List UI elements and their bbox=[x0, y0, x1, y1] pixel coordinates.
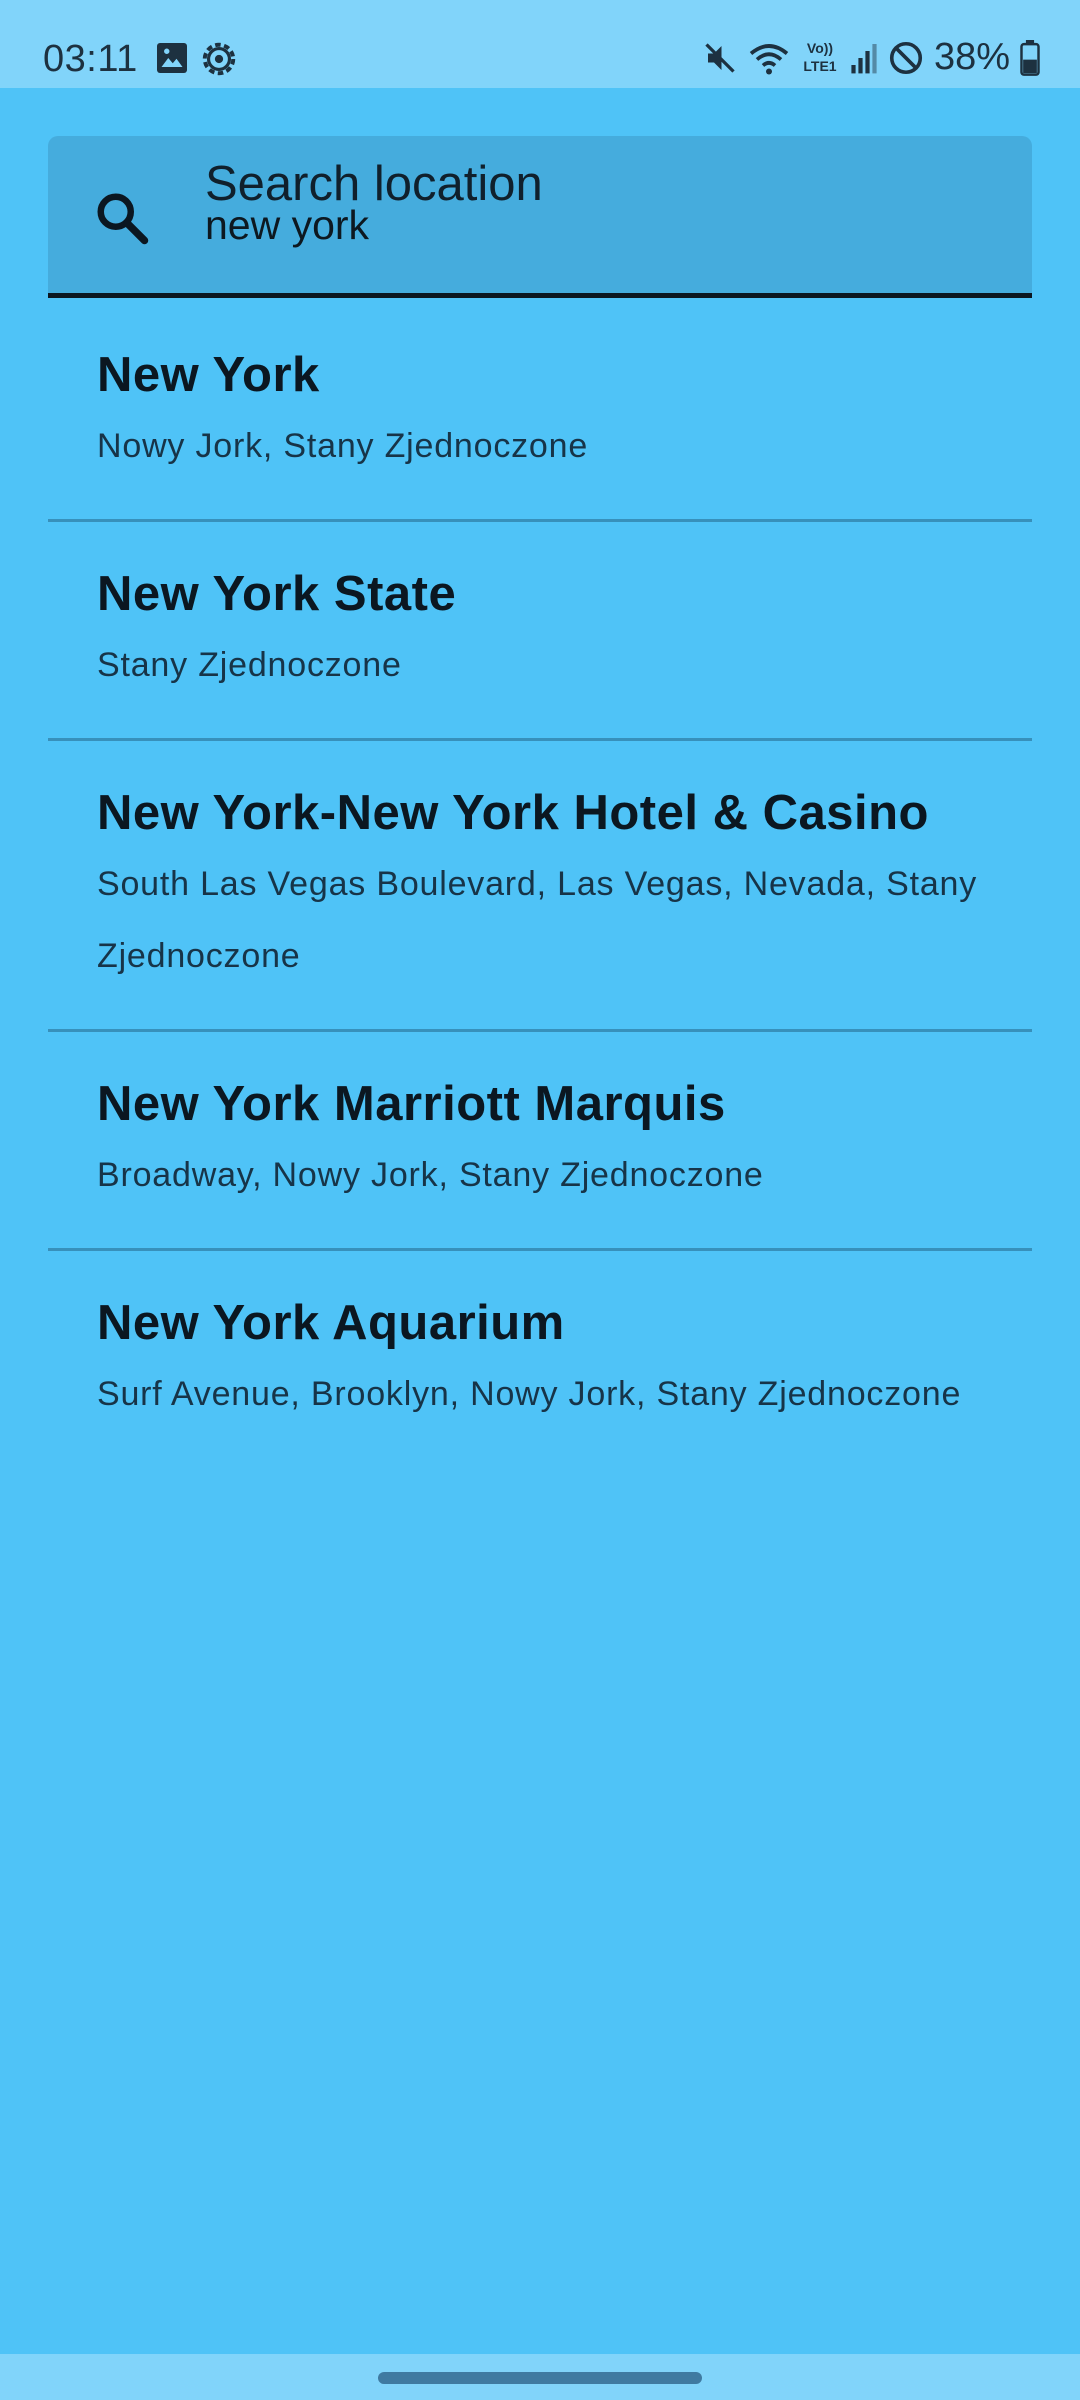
image-icon bbox=[157, 43, 187, 73]
result-title: New York State bbox=[97, 567, 457, 621]
result-subtitle: Surf Avenue, Brooklyn, Nowy Jork, Stany … bbox=[97, 1375, 962, 1413]
result-title: New York bbox=[97, 348, 320, 402]
search-icon[interactable] bbox=[92, 188, 152, 248]
result-item[interactable]: New York State Stany Zjednoczone bbox=[48, 522, 1032, 741]
volte-line2: LTE1 bbox=[803, 58, 836, 74]
battery-icon bbox=[1020, 39, 1040, 76]
result-subtitle: Nowy Jork, Stany Zjednoczone bbox=[97, 427, 589, 465]
navigation-bar bbox=[0, 2354, 1080, 2400]
result-item[interactable]: New York Nowy Jork, Stany Zjednoczone bbox=[48, 303, 1032, 522]
wifi-icon bbox=[749, 43, 789, 74]
result-title: New York Marriott Marquis bbox=[97, 1077, 726, 1131]
home-gesture-handle[interactable] bbox=[378, 2372, 702, 2384]
signal-icon bbox=[851, 43, 877, 73]
status-system-icons: Vo)) LTE1 38% bbox=[702, 36, 1040, 79]
mute-icon bbox=[705, 42, 735, 73]
result-item[interactable]: New York Marriott Marquis Broadway, Nowy… bbox=[48, 1032, 1032, 1251]
battery-percentage: 38% bbox=[933, 36, 1010, 78]
result-title: New York-New York Hotel & Casino bbox=[97, 786, 929, 840]
results-list: New York Nowy Jork, Stany Zjednoczone Ne… bbox=[48, 303, 1032, 1496]
result-subtitle: Broadway, Nowy Jork, Stany Zjednoczone bbox=[97, 1156, 764, 1194]
result-title: New York Aquarium bbox=[97, 1296, 565, 1350]
volte-line1: Vo)) bbox=[807, 40, 833, 56]
result-subtitle: South Las Vegas Boulevard, Las Vegas, Ne… bbox=[97, 865, 978, 975]
search-field[interactable]: Search location bbox=[48, 136, 1032, 298]
volte-icon: Vo)) LTE1 bbox=[803, 40, 836, 74]
result-subtitle: Stany Zjednoczone bbox=[97, 646, 402, 684]
search-input[interactable] bbox=[205, 202, 965, 249]
result-item[interactable]: New York-New York Hotel & Casino South L… bbox=[48, 741, 1032, 1032]
do-not-disturb-icon bbox=[889, 41, 922, 74]
status-notification-icons bbox=[154, 40, 238, 78]
status-bar: 03:11 Vo)) LTE1 38% bbox=[0, 0, 1080, 88]
result-item[interactable]: New York Aquarium Surf Avenue, Brooklyn,… bbox=[48, 1251, 1032, 1496]
gear-icon bbox=[202, 42, 236, 76]
status-time: 03:11 bbox=[43, 38, 138, 80]
